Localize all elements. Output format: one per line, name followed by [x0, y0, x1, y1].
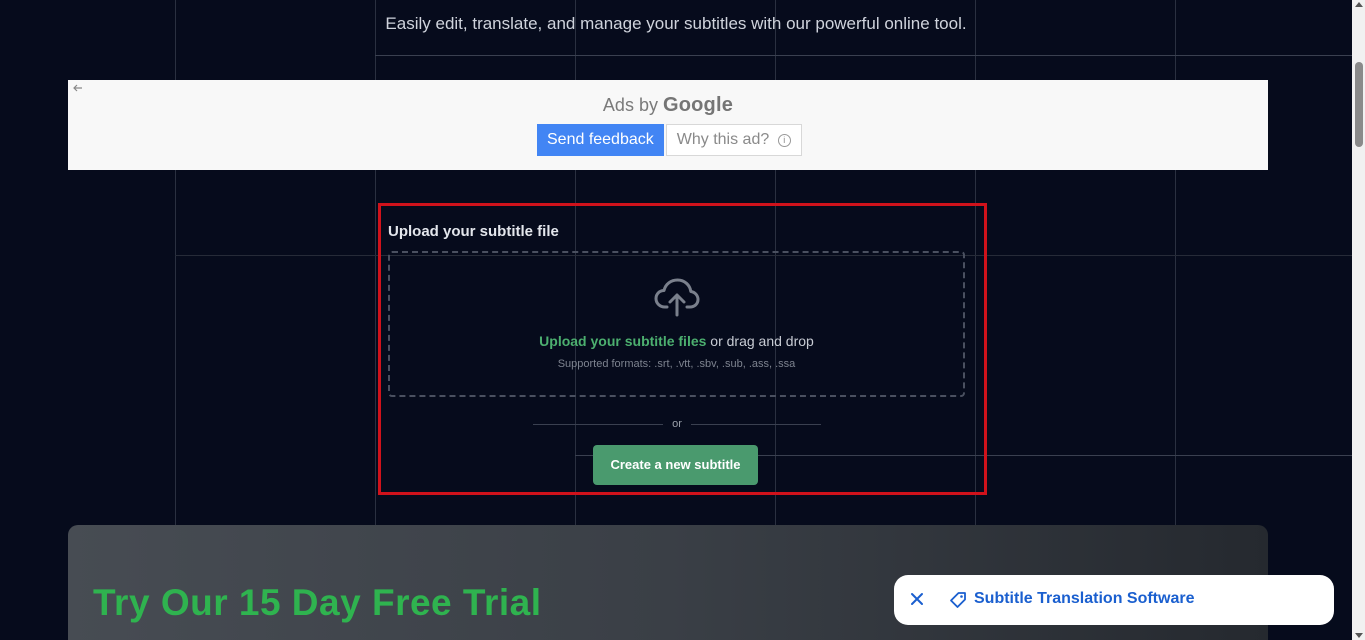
grid-line [375, 55, 1353, 56]
page-tagline: Easily edit, translate, and manage your … [385, 14, 967, 33]
supported-formats: Supported formats: .srt, .vtt, .sbv, .su… [557, 358, 796, 370]
ad-banner: Ads by Google Send feedback Why this ad?… [68, 80, 1268, 170]
ads-by-google: Ads by Google [68, 94, 1268, 117]
why-this-ad-label: Why this ad? [676, 131, 770, 148]
scroll-down-arrow-icon[interactable] [1355, 633, 1363, 638]
upload-title: Upload your subtitle file [388, 223, 559, 240]
trial-title: Try Our 15 Day Free Trial [93, 582, 542, 623]
upload-files-link[interactable]: Upload your subtitle files [539, 333, 706, 349]
scroll-up-arrow-icon[interactable] [1355, 2, 1363, 7]
file-dropzone[interactable]: Upload your subtitle files or drag and d… [388, 251, 965, 397]
or-divider: or [533, 418, 821, 430]
search-suggestion-chip[interactable]: Subtitle Translation Software [894, 575, 1334, 625]
page-scrollbar[interactable] [1352, 0, 1365, 640]
ads-by-label: Ads by [602, 95, 658, 115]
upload-panel: Upload your subtitle file Upload your su… [378, 203, 987, 495]
chip-label: Subtitle Translation Software [974, 590, 1195, 607]
divider-line [691, 424, 821, 425]
scrollbar-thumb[interactable] [1355, 62, 1363, 147]
drag-drop-text: or drag and drop [706, 333, 814, 349]
google-logo: Google [662, 94, 734, 116]
why-this-ad-button[interactable]: Why this ad? i [665, 124, 802, 156]
info-icon: i [777, 134, 791, 147]
dropzone-instructions: Upload your subtitle files or drag and d… [390, 333, 963, 349]
send-feedback-button[interactable]: Send feedback [537, 124, 664, 156]
cloud-upload-icon [654, 278, 700, 317]
ad-buttons: Send feedback Why this ad? i [537, 124, 802, 156]
create-subtitle-button[interactable]: Create a new subtitle [593, 445, 758, 485]
tag-icon [950, 592, 966, 608]
close-icon[interactable] [908, 590, 926, 608]
